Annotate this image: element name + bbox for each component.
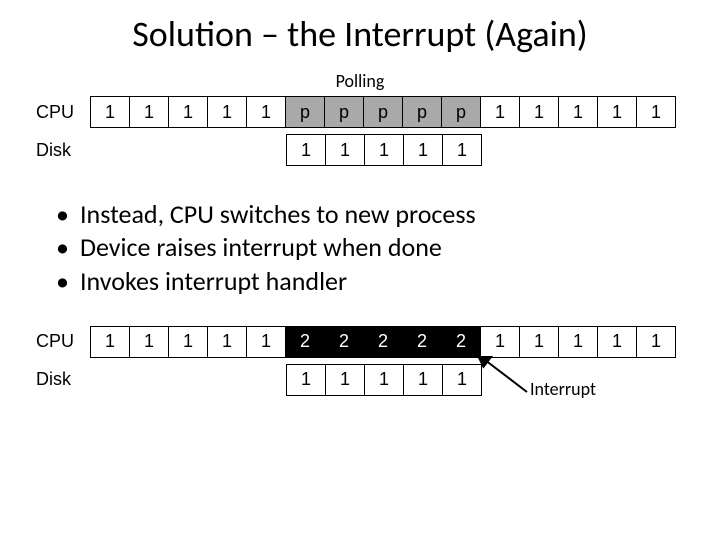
bullet-item: Device raises interrupt when done xyxy=(56,231,720,264)
cpu-cells: 111112222211111 xyxy=(90,326,676,358)
timeline-cell: 1 xyxy=(207,326,247,358)
timeline-cell: 1 xyxy=(129,96,169,128)
timeline-cell: 1 xyxy=(207,96,247,128)
timeline-cell: 1 xyxy=(558,326,598,358)
bullet-list: Instead, CPU switches to new processDevi… xyxy=(56,198,720,298)
cpu-row: CPU 11111ppppp11111 xyxy=(30,96,690,128)
disk-row-label: Disk xyxy=(30,140,90,161)
timeline-cell: 2 xyxy=(363,326,403,358)
timeline-cell: 1 xyxy=(129,326,169,358)
disk-cells: 11111 xyxy=(286,134,482,166)
disk-row: Disk 11111 xyxy=(30,134,690,166)
cpu-row: CPU 111112222211111 xyxy=(30,326,690,358)
disk-cells: 11111 xyxy=(286,364,482,396)
timeline-cell: 1 xyxy=(168,96,208,128)
slide: Solution – the Interrupt (Again) Polling… xyxy=(0,0,720,540)
timeline-cell: 1 xyxy=(636,96,676,128)
timeline-cell: 1 xyxy=(90,96,130,128)
timeline-cell: 1 xyxy=(168,326,208,358)
timeline-cell: 1 xyxy=(442,134,482,166)
timeline-cell: 1 xyxy=(597,326,637,358)
timeline-cell: 1 xyxy=(403,364,443,396)
bullet-item: Instead, CPU switches to new process xyxy=(56,198,720,231)
timeline-cell: 1 xyxy=(636,326,676,358)
timeline-cell: 1 xyxy=(90,326,130,358)
timeline-cell: 1 xyxy=(364,364,404,396)
cpu-row-label: CPU xyxy=(30,102,90,123)
timeline-cell: 1 xyxy=(246,326,286,358)
timeline-cell: p xyxy=(285,96,325,128)
cpu-cells: 11111ppppp11111 xyxy=(90,96,676,128)
timeline-cell: 1 xyxy=(325,134,365,166)
cpu-row-label: CPU xyxy=(30,331,90,352)
bullet-item: Invokes interrupt handler xyxy=(56,265,720,298)
timeline-cell: 1 xyxy=(480,96,520,128)
timeline-cell: 2 xyxy=(402,326,442,358)
timeline-cell: p xyxy=(363,96,403,128)
timeline-cell: 2 xyxy=(441,326,481,358)
timeline-cell: 1 xyxy=(246,96,286,128)
timeline-cell: 1 xyxy=(286,364,326,396)
disk-row-label: Disk xyxy=(30,369,90,390)
timeline-cell: 1 xyxy=(364,134,404,166)
timeline-cell: 2 xyxy=(324,326,364,358)
timeline-cell: 1 xyxy=(480,326,520,358)
arrow-icon xyxy=(475,356,535,396)
timeline-cell: p xyxy=(441,96,481,128)
timeline-cell: 1 xyxy=(558,96,598,128)
timeline-interrupt: CPU 111112222211111 Disk 11111 Interrupt xyxy=(30,326,690,396)
timeline-cell: 1 xyxy=(519,96,559,128)
timeline-cell: 1 xyxy=(325,364,365,396)
timeline-polling: CPU 11111ppppp11111 Disk 11111 xyxy=(30,96,690,166)
timeline-cell: 1 xyxy=(597,96,637,128)
timeline-cell: p xyxy=(324,96,364,128)
timeline-cell: 1 xyxy=(519,326,559,358)
polling-label: Polling xyxy=(0,70,720,92)
timeline-cell: 1 xyxy=(403,134,443,166)
timeline-cell: 2 xyxy=(285,326,325,358)
interrupt-label: Interrupt xyxy=(530,378,596,400)
slide-title: Solution – the Interrupt (Again) xyxy=(0,12,720,56)
timeline-cell: 1 xyxy=(286,134,326,166)
timeline-cell: p xyxy=(402,96,442,128)
